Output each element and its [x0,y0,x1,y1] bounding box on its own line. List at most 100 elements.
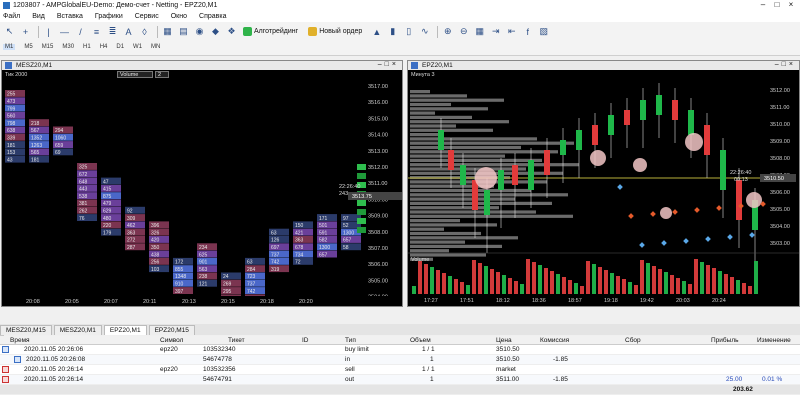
table-row[interactable]: 2020.11.05 20:26:08 54674778 in 1 3510.5… [0,355,800,365]
line-chart-icon[interactable]: ∿ [418,25,431,38]
col-fee[interactable]: Сбор [625,337,641,344]
channel-icon[interactable]: ≡ [90,25,103,38]
minimize-button[interactable]: – [756,0,770,9]
new-order-button[interactable]: Новый ордер [306,26,364,37]
tab-epz20-m15[interactable]: EPZ20,M15 [148,325,195,335]
zoom-out-icon[interactable]: ⊖ [457,25,470,38]
timeframe-h1[interactable]: H1 [83,44,91,50]
menu-help[interactable]: Справка [199,13,226,20]
navigator-icon[interactable]: ◆ [209,25,222,38]
trade-marker [661,240,667,246]
right-chart-window[interactable]: EPZ20,M1 –□× Минута 3 3512.00 3511.00 3510… [407,60,800,307]
menu-view[interactable]: Вид [32,13,45,20]
cluster-value: 1352 [31,136,42,142]
candle-body [560,140,566,155]
horizontal-line-icon[interactable]: — [58,25,71,38]
menu-service[interactable]: Сервис [135,13,159,20]
text-icon[interactable]: A [122,25,135,38]
cluster-value: 638 [7,128,16,134]
menu-window[interactable]: Окно [171,13,187,20]
algo-trading-button[interactable]: Алготрейдинг [241,26,300,37]
col-change[interactable]: Изменение [757,337,791,344]
auto-scroll-icon[interactable]: ⇥ [489,25,502,38]
fibonacci-icon[interactable]: ≣ [106,25,119,38]
cluster-value: 121 [199,282,208,288]
timeframe-mn[interactable]: MN [151,44,160,50]
deal-in-icon [14,356,21,363]
left-chart-area[interactable]: Тик 2000 Volume 2 255 473 799 560 798 638 339 1… [2,70,402,306]
cluster-value: 319 [271,267,280,273]
tile-windows-icon[interactable]: ▦ [473,25,486,38]
timeframe-d1[interactable]: D1 [116,44,124,50]
candle-chart-icon[interactable]: ▯ [402,25,415,38]
volume-bar [574,283,578,294]
volume-bar [448,276,452,294]
volume-profile-bar [410,210,536,214]
timeframe-h4[interactable]: H4 [100,44,108,50]
menu-file[interactable]: Файл [3,13,20,20]
market-watch-icon[interactable]: ◉ [193,25,206,38]
col-time[interactable]: Время [10,337,30,344]
volume-bar [718,271,722,294]
signal-icon[interactable]: ❖ [225,25,238,38]
volume-profile-bar [410,163,579,167]
time-tick-label: 20:07 [104,299,118,305]
tab-mesz20-m1[interactable]: MESZ20,M1 [53,325,102,335]
cluster-value: 24 [223,274,229,280]
table-row[interactable]: 2020.11.05 20:26:14 epz20 103532356 sell… [0,365,800,375]
col-price[interactable]: Цена [496,337,512,344]
volume-marker [357,218,366,224]
cluster-value: 910 [175,282,184,288]
vertical-line-icon[interactable]: | [42,25,55,38]
volume-profile-bar [410,249,449,253]
col-commission[interactable]: Комиссия [540,337,569,344]
cluster-value: 171 [319,216,328,222]
indicators-icon[interactable]: f [521,25,534,38]
shapes-icon[interactable]: ◊ [138,25,151,38]
cursor-icon[interactable]: ↖ [3,25,16,38]
left-chart-window[interactable]: MESZ20,M1 –□× Тик 2000 Volume 2 255 473 79… [1,60,403,307]
col-ticket[interactable]: Тикет [228,337,245,344]
col-type[interactable]: Тип [345,337,356,344]
cluster-value: 234 [199,245,208,251]
col-symbol[interactable]: Символ [160,337,183,344]
profiles-icon[interactable]: ▤ [177,25,190,38]
timeframe-m1[interactable]: M1 [3,44,16,50]
time-tick-label: 20:11 [143,299,156,305]
tab-mesz20-m15[interactable]: MESZ20,M15 [0,325,52,335]
tab-epz20-m1[interactable]: EPZ20,M1 [103,325,147,335]
table-row[interactable]: 2020.11.05 20:26:06 epz20 103532340 buy … [0,345,800,355]
buy-icon[interactable]: ▲ [370,25,383,38]
left-chart-window-controls[interactable]: –□× [378,61,399,68]
volume-bar [664,272,668,294]
col-volume[interactable]: Объем [410,337,431,344]
right-chart-area[interactable]: Минута 3 3512.00 3511.00 3510.00 3509.00 350… [408,70,799,306]
trade-marker [694,207,700,213]
volume-bubble [746,192,762,208]
timeframe-m5[interactable]: M5 [24,44,32,50]
bar-chart-icon[interactable]: ▮ [386,25,399,38]
menu-insert[interactable]: Вставка [57,13,83,20]
trade-marker [683,238,689,244]
price-tick-label: 3516.00 [368,100,388,106]
trade-marker [716,205,722,211]
crosshair-icon[interactable]: + [19,25,32,38]
right-chart-window-controls[interactable]: –□× [775,61,796,68]
new-chart-icon[interactable]: ▦ [161,25,174,38]
maximize-button[interactable]: □ [770,0,784,9]
col-id[interactable]: ID [302,337,309,344]
templates-icon[interactable]: ▧ [537,25,550,38]
chart-shift-icon[interactable]: ⇤ [505,25,518,38]
timeframe-m30[interactable]: M30 [62,44,74,50]
menu-charts[interactable]: Графики [95,13,123,20]
timeframe-w1[interactable]: W1 [133,44,142,50]
timeframe-m15[interactable]: M15 [42,44,54,50]
cluster-value: 659 [55,143,64,149]
trend-line-icon[interactable]: / [74,25,87,38]
table-row[interactable]: 2020.11.05 20:26:14 54674791 out 1 3511.… [0,375,800,385]
zoom-in-icon[interactable]: ⊕ [441,25,454,38]
chart-window-icon [411,62,418,69]
close-button[interactable]: × [784,0,798,9]
volume-profile-bar [410,107,488,111]
col-profit[interactable]: Прибыль [711,337,739,344]
